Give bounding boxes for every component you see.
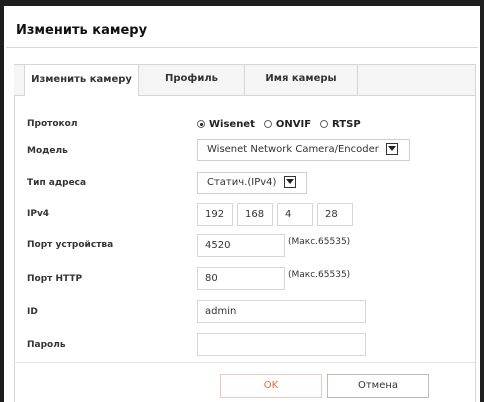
device-port-label: Порт устройства bbox=[27, 240, 114, 250]
address-type-select-value: Статич.(IPv4) bbox=[207, 177, 277, 188]
tab-profile[interactable]: Профиль bbox=[139, 64, 245, 95]
chevron-down-icon[interactable] bbox=[284, 176, 296, 188]
address-type-label: Тип адреса bbox=[27, 178, 87, 188]
ipv4-octet-2[interactable] bbox=[237, 203, 273, 226]
protocol-option-rtsp[interactable]: RTSP bbox=[320, 119, 361, 130]
ok-button[interactable]: OK bbox=[220, 374, 322, 398]
ipv4-octet-4[interactable] bbox=[317, 203, 353, 226]
radio-unchecked-icon[interactable] bbox=[320, 120, 329, 128]
model-label: Модель bbox=[27, 146, 68, 156]
radio-checked-icon[interactable] bbox=[197, 120, 205, 128]
address-type-select[interactable]: Статич.(IPv4) bbox=[197, 172, 307, 194]
tab-edit-camera[interactable]: Изменить камеру bbox=[24, 64, 139, 96]
model-select-value: Wisenet Network Camera/Encoder bbox=[207, 144, 379, 155]
protocol-option-label: ONVIF bbox=[275, 118, 312, 130]
password-label: Пароль bbox=[27, 340, 66, 350]
protocol-label: Протокол bbox=[27, 119, 78, 129]
window-edge-right bbox=[480, 0, 484, 402]
screen: Изменить камеру Изменить камеру Профиль … bbox=[0, 0, 484, 402]
radio-unchecked-icon[interactable] bbox=[263, 120, 272, 128]
id-field[interactable] bbox=[197, 300, 366, 323]
ipv4-label: IPv4 bbox=[27, 209, 50, 219]
title-divider bbox=[6, 47, 478, 48]
password-field[interactable] bbox=[197, 333, 366, 356]
device-port-hint: (Макс.65535) bbox=[288, 237, 351, 247]
chevron-down-icon[interactable] bbox=[386, 143, 398, 155]
http-port-label: Порт HTTP bbox=[27, 274, 83, 284]
id-label: ID bbox=[27, 307, 38, 317]
tab-camera-name[interactable]: Имя камеры bbox=[245, 64, 358, 95]
ipv4-octet-1[interactable] bbox=[197, 203, 233, 226]
cancel-button[interactable]: Отмена bbox=[327, 374, 429, 398]
ipv4-octet-3[interactable] bbox=[277, 203, 313, 226]
model-select[interactable]: Wisenet Network Camera/Encoder bbox=[197, 139, 410, 161]
http-port-hint: (Макс.65535) bbox=[288, 270, 351, 280]
protocol-option-wisenet[interactable]: Wisenet bbox=[197, 119, 255, 130]
footer-divider bbox=[14, 362, 475, 363]
protocol-option-onvif[interactable]: ONVIF bbox=[263, 118, 312, 130]
device-port-field[interactable] bbox=[197, 234, 285, 257]
window-edge-top bbox=[0, 0, 484, 6]
protocol-radio-group: Wisenet ONVIF RTSP bbox=[197, 117, 370, 131]
dialog-title: Изменить камеру bbox=[16, 23, 148, 38]
protocol-option-label: Wisenet bbox=[209, 118, 255, 130]
http-port-field[interactable] bbox=[197, 267, 285, 290]
window-edge-left bbox=[0, 0, 4, 402]
protocol-option-label: RTSP bbox=[332, 118, 361, 130]
